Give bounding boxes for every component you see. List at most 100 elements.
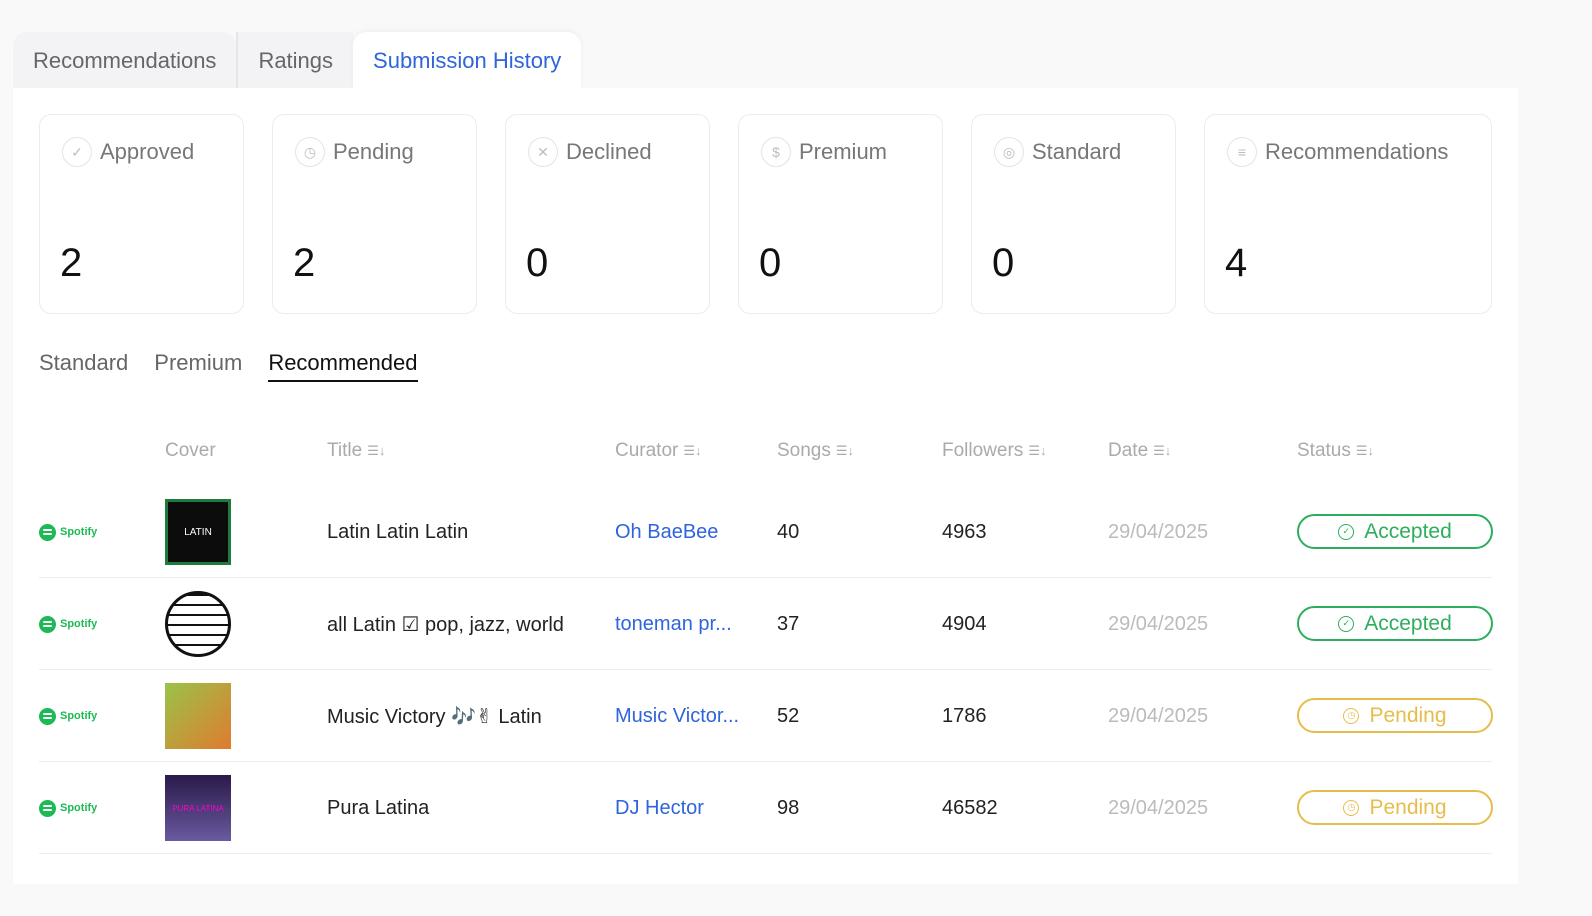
stat-value: 4	[1225, 241, 1248, 285]
cover-text: LATIN	[184, 526, 212, 538]
platform-label: Spotify	[60, 710, 98, 722]
dollar-circle-icon: $	[761, 137, 791, 167]
row-followers: 4963	[942, 520, 987, 543]
subtab-recommended[interactable]: Recommended	[268, 350, 418, 382]
tab-recommendations[interactable]: Recommendations	[13, 32, 237, 90]
header-label: Date	[1108, 440, 1149, 461]
row-curator-link[interactable]: Music Victor...	[615, 670, 739, 762]
stat-label: Declined	[566, 139, 652, 164]
subtab-premium[interactable]: Premium	[154, 350, 242, 382]
table-row[interactable]: Spotify Music Victory 🎶✌ Latin Music Vic…	[39, 670, 1493, 762]
header-label: Curator	[615, 440, 679, 461]
platform-label: Spotify	[60, 802, 98, 814]
stat-value: 2	[60, 241, 83, 285]
row-curator-link[interactable]: DJ Hector	[615, 762, 704, 854]
table-row[interactable]: Spotify all Latin ☑ pop, jazz, world ton…	[39, 578, 1493, 670]
stat-card-standard: ◎ Standard 0	[971, 114, 1176, 314]
row-date: 29/04/2025	[1108, 704, 1209, 727]
header-curator[interactable]: Curator ☰↓	[615, 440, 702, 462]
main-tabs: Recommendations Ratings Submission Histo…	[13, 32, 582, 90]
check-circle-icon: ✓	[62, 137, 92, 167]
header-label: Cover	[165, 440, 216, 461]
spotify-logo: Spotify	[39, 670, 97, 762]
stat-card-premium: $ Premium 0	[738, 114, 943, 314]
status-label: Accepted	[1364, 611, 1452, 635]
header-title[interactable]: Title ☰↓	[327, 440, 385, 462]
header-songs[interactable]: Songs ☰↓	[777, 440, 854, 462]
stat-card-recommendations: ≡ Recommendations 4	[1204, 114, 1492, 314]
header-status[interactable]: Status ☰↓	[1297, 440, 1374, 462]
sub-tabs: Standard Premium Recommended	[39, 350, 418, 382]
platform-label: Spotify	[60, 618, 98, 630]
stat-label: Premium	[799, 139, 888, 164]
table-row[interactable]: Spotify LATIN Latin Latin Latin Oh BaeBe…	[39, 486, 1493, 578]
status-badge: ✓ Accepted	[1297, 606, 1493, 641]
header-followers[interactable]: Followers ☰↓	[942, 440, 1046, 462]
subtab-standard[interactable]: Standard	[39, 350, 128, 382]
spotify-icon	[39, 799, 56, 817]
sort-icon: ☰↓	[683, 443, 702, 458]
cover-image: LATIN	[165, 499, 231, 565]
check-circle-icon: ✓	[1338, 615, 1355, 632]
clock-icon: ◷	[1343, 799, 1360, 816]
row-title: all Latin ☑ pop, jazz, world	[327, 613, 564, 636]
stat-label: Recommendations	[1265, 139, 1449, 164]
header-date[interactable]: Date ☰↓	[1108, 440, 1171, 462]
stat-card-approved: ✓ Approved 2	[39, 114, 244, 314]
row-title: Music Victory 🎶✌ Latin	[327, 705, 542, 728]
cover-image: PURA LATINA	[165, 775, 231, 841]
sort-icon: ☰↓	[1153, 443, 1172, 458]
x-circle-icon: ✕	[528, 137, 558, 167]
stat-value: 0	[526, 241, 549, 285]
row-followers: 46582	[942, 796, 998, 819]
clock-icon: ◷	[295, 137, 325, 167]
status-badge: ◷ Pending	[1297, 698, 1493, 733]
stats-cards: ✓ Approved 2 ◷ Pending 2 ✕ Declined 0 $ Prem…	[39, 114, 1492, 314]
sort-icon: ☰↓	[367, 443, 386, 458]
list-circle-icon: ≡	[1227, 137, 1257, 167]
row-songs: 52	[777, 704, 800, 727]
stat-label: Approved	[100, 139, 195, 164]
stat-value: 0	[759, 241, 782, 285]
table-header: Cover Title ☰↓ Curator ☰↓ Songs ☰↓ Follower…	[13, 440, 1518, 470]
spotify-icon	[39, 615, 56, 633]
submission-history-panel: ✓ Approved 2 ◷ Pending 2 ✕ Declined 0 $ Prem…	[13, 88, 1518, 884]
status-label: Pending	[1369, 795, 1447, 819]
tab-submission-history[interactable]: Submission History	[353, 32, 582, 90]
row-curator-link[interactable]: toneman pr...	[615, 578, 732, 670]
spotify-logo: Spotify	[39, 578, 97, 670]
stat-card-pending: ◷ Pending 2	[272, 114, 477, 314]
row-songs: 40	[777, 520, 800, 543]
row-followers: 4904	[942, 612, 987, 635]
stat-card-declined: ✕ Declined 0	[505, 114, 710, 314]
header-label: Followers	[942, 440, 1024, 461]
stat-label: Standard	[1032, 139, 1122, 164]
cover-image	[165, 591, 231, 657]
stat-label: Pending	[333, 139, 414, 164]
sort-icon: ☰↓	[1028, 443, 1047, 458]
table-row[interactable]: Spotify PURA LATINA Pura Latina DJ Hecto…	[39, 762, 1493, 854]
tab-ratings[interactable]: Ratings	[236, 32, 354, 90]
row-date: 29/04/2025	[1108, 612, 1209, 635]
header-cover: Cover	[165, 440, 216, 462]
status-badge: ✓ Accepted	[1297, 514, 1493, 549]
cover-text: PURA LATINA	[172, 803, 224, 813]
stat-value: 0	[992, 241, 1015, 285]
row-followers: 1786	[942, 704, 987, 727]
row-date: 29/04/2025	[1108, 520, 1209, 543]
header-label: Title	[327, 440, 363, 461]
sort-icon: ☰↓	[835, 443, 855, 458]
target-circle-icon: ◎	[994, 137, 1024, 167]
row-title: Pura Latina	[327, 796, 430, 819]
row-songs: 37	[777, 612, 800, 635]
spotify-icon	[39, 523, 56, 541]
spotify-logo: Spotify	[39, 762, 97, 854]
status-label: Accepted	[1364, 519, 1452, 543]
row-songs: 98	[777, 796, 800, 819]
status-label: Pending	[1369, 703, 1447, 727]
sort-icon: ☰↓	[1355, 443, 1375, 458]
row-curator-link[interactable]: Oh BaeBee	[615, 486, 718, 578]
cover-image	[165, 683, 231, 749]
row-date: 29/04/2025	[1108, 796, 1209, 819]
header-label: Status	[1297, 440, 1351, 461]
